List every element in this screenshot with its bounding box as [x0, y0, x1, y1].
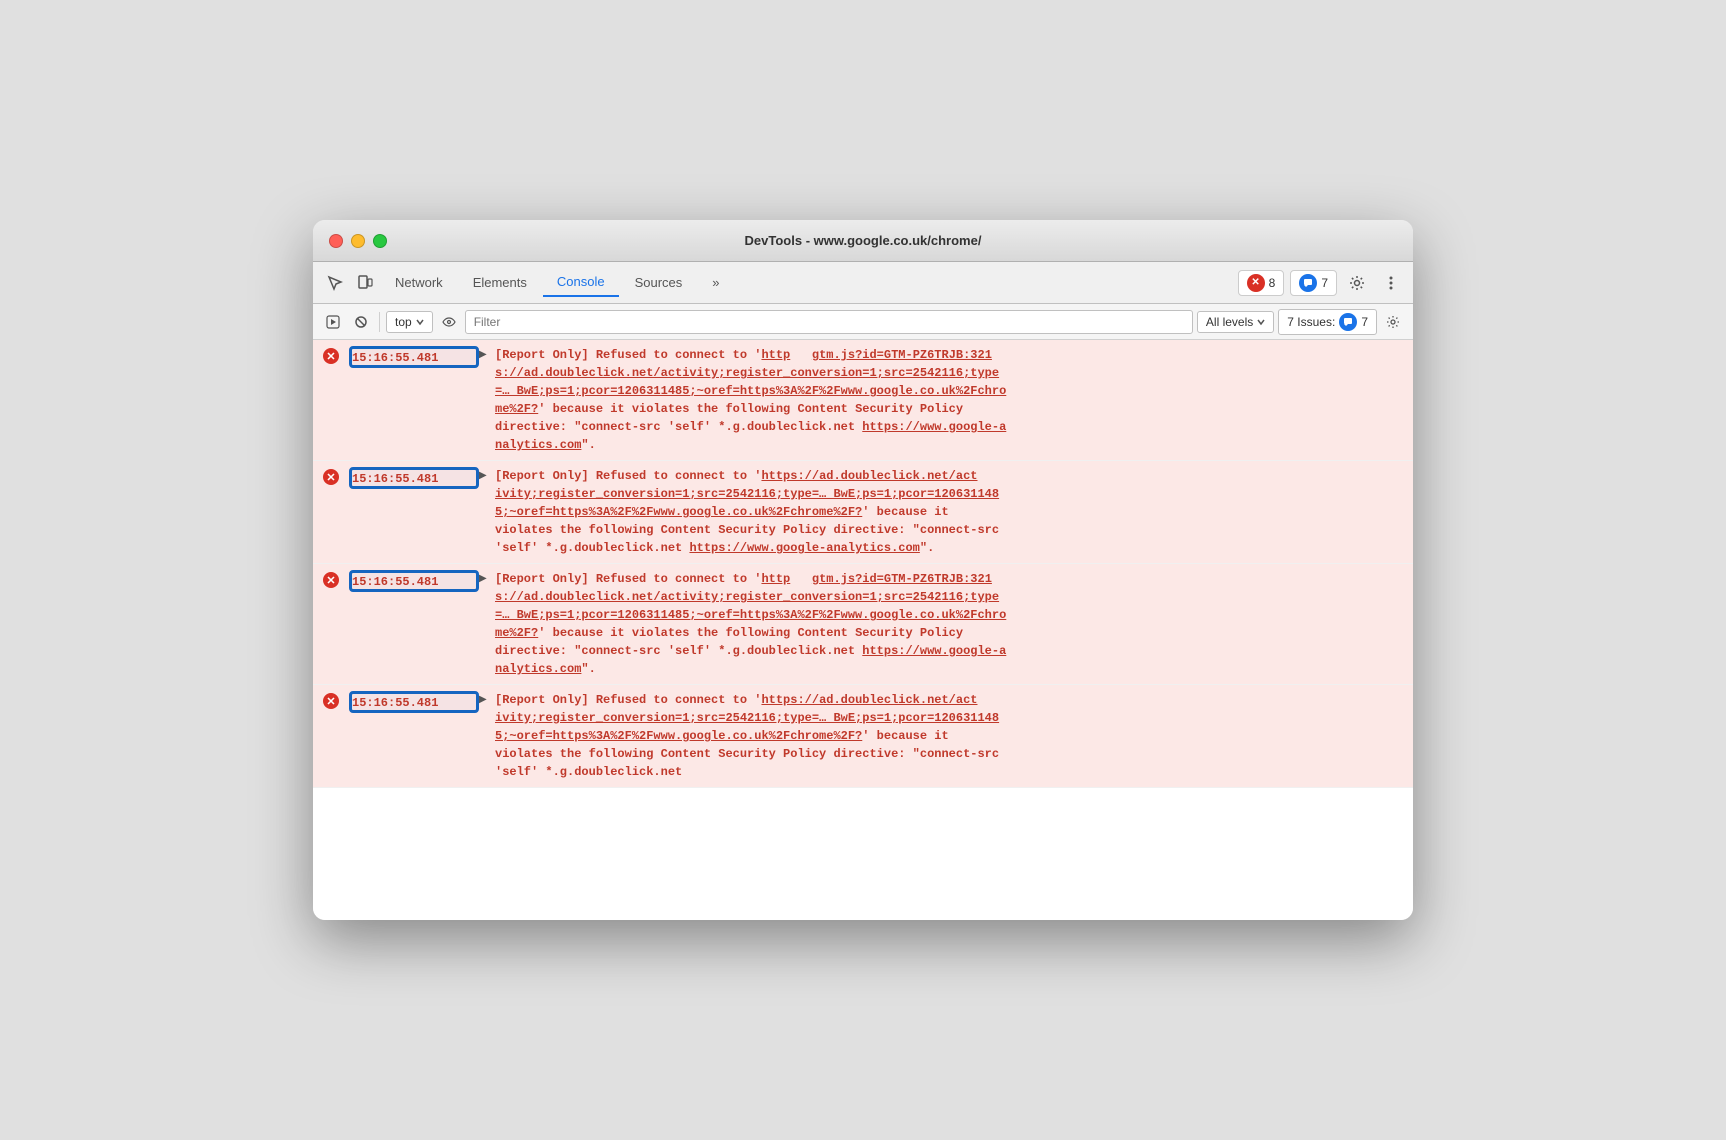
- error-badge-button[interactable]: ✕ 8: [1238, 270, 1285, 296]
- info-count-label: 7: [1321, 276, 1328, 290]
- inspect-icon[interactable]: [321, 269, 349, 297]
- error-icon-3: ✕: [313, 570, 349, 588]
- info-badge-button[interactable]: 7: [1290, 270, 1337, 296]
- devtools-window: DevTools - www.google.co.uk/chrome/ Netw…: [313, 220, 1413, 920]
- run-snippet-button[interactable]: [321, 310, 345, 334]
- issues-text: 7 Issues:: [1287, 315, 1335, 329]
- error-count: ✕: [1247, 274, 1265, 292]
- tab-console[interactable]: Console: [543, 268, 619, 297]
- tabbar-right: ✕ 8 7: [1238, 269, 1405, 297]
- info-count-icon: [1299, 274, 1317, 292]
- log-entry: ✕ 15:16:55.481 ▶ [Report Only] Refused t…: [313, 685, 1413, 788]
- log-entry: ✕ 15:16:55.481 ▶ [Report Only] Refused t…: [313, 461, 1413, 564]
- expand-arrow-1[interactable]: ▶: [479, 346, 495, 360]
- context-dropdown[interactable]: top: [386, 311, 433, 333]
- log-message-2: [Report Only] Refused to connect to 'htt…: [495, 467, 1413, 557]
- log-message-3: [Report Only] Refused to connect to 'htt…: [495, 570, 1413, 678]
- tab-elements[interactable]: Elements: [459, 269, 541, 296]
- error-icon-1: ✕: [313, 346, 349, 364]
- error-count-label: 8: [1269, 276, 1276, 290]
- expand-arrow-2[interactable]: ▶: [479, 467, 495, 481]
- error-icon-2: ✕: [313, 467, 349, 485]
- tab-network[interactable]: Network: [381, 269, 457, 296]
- console-settings-icon[interactable]: [1381, 310, 1405, 334]
- log-message-1: [Report Only] Refused to connect to 'htt…: [495, 346, 1413, 454]
- levels-label: All levels: [1206, 315, 1253, 329]
- close-button[interactable]: [329, 234, 343, 248]
- log-entry: ✕ 15:16:55.481 ▶ [Report Only] Refused t…: [313, 340, 1413, 461]
- console-content[interactable]: ✕ 15:16:55.481 ▶ [Report Only] Refused t…: [313, 340, 1413, 920]
- tab-sources[interactable]: Sources: [621, 269, 697, 296]
- device-toggle-icon[interactable]: [351, 269, 379, 297]
- eye-icon[interactable]: [437, 310, 461, 334]
- context-label: top: [395, 315, 412, 329]
- window-title: DevTools - www.google.co.uk/chrome/: [745, 233, 982, 248]
- issues-count: 7: [1361, 315, 1368, 329]
- filter-input[interactable]: [465, 310, 1193, 334]
- maximize-button[interactable]: [373, 234, 387, 248]
- tabbar: Network Elements Console Sources » ✕ 8 7: [313, 262, 1413, 304]
- titlebar: DevTools - www.google.co.uk/chrome/: [313, 220, 1413, 262]
- log-message-4: [Report Only] Refused to connect to 'htt…: [495, 691, 1413, 781]
- tab-more[interactable]: »: [698, 269, 733, 296]
- console-toolbar: top All levels 7 Issues: 7: [313, 304, 1413, 340]
- settings-icon[interactable]: [1343, 269, 1371, 297]
- clear-console-button[interactable]: [349, 310, 373, 334]
- error-icon-4: ✕: [313, 691, 349, 709]
- expand-arrow-3[interactable]: ▶: [479, 570, 495, 584]
- timestamp-4: 15:16:55.481: [349, 691, 479, 713]
- issues-button[interactable]: 7 Issues: 7: [1278, 309, 1377, 335]
- traffic-lights: [329, 234, 387, 248]
- issues-count-badge: [1339, 313, 1357, 331]
- timestamp-1: 15:16:55.481: [349, 346, 479, 368]
- levels-dropdown[interactable]: All levels: [1197, 311, 1274, 333]
- more-options-icon[interactable]: [1377, 269, 1405, 297]
- divider-1: [379, 312, 380, 332]
- log-entry: ✕ 15:16:55.481 ▶ [Report Only] Refused t…: [313, 564, 1413, 685]
- minimize-button[interactable]: [351, 234, 365, 248]
- timestamp-2: 15:16:55.481: [349, 467, 479, 489]
- expand-arrow-4[interactable]: ▶: [479, 691, 495, 705]
- timestamp-3: 15:16:55.481: [349, 570, 479, 592]
